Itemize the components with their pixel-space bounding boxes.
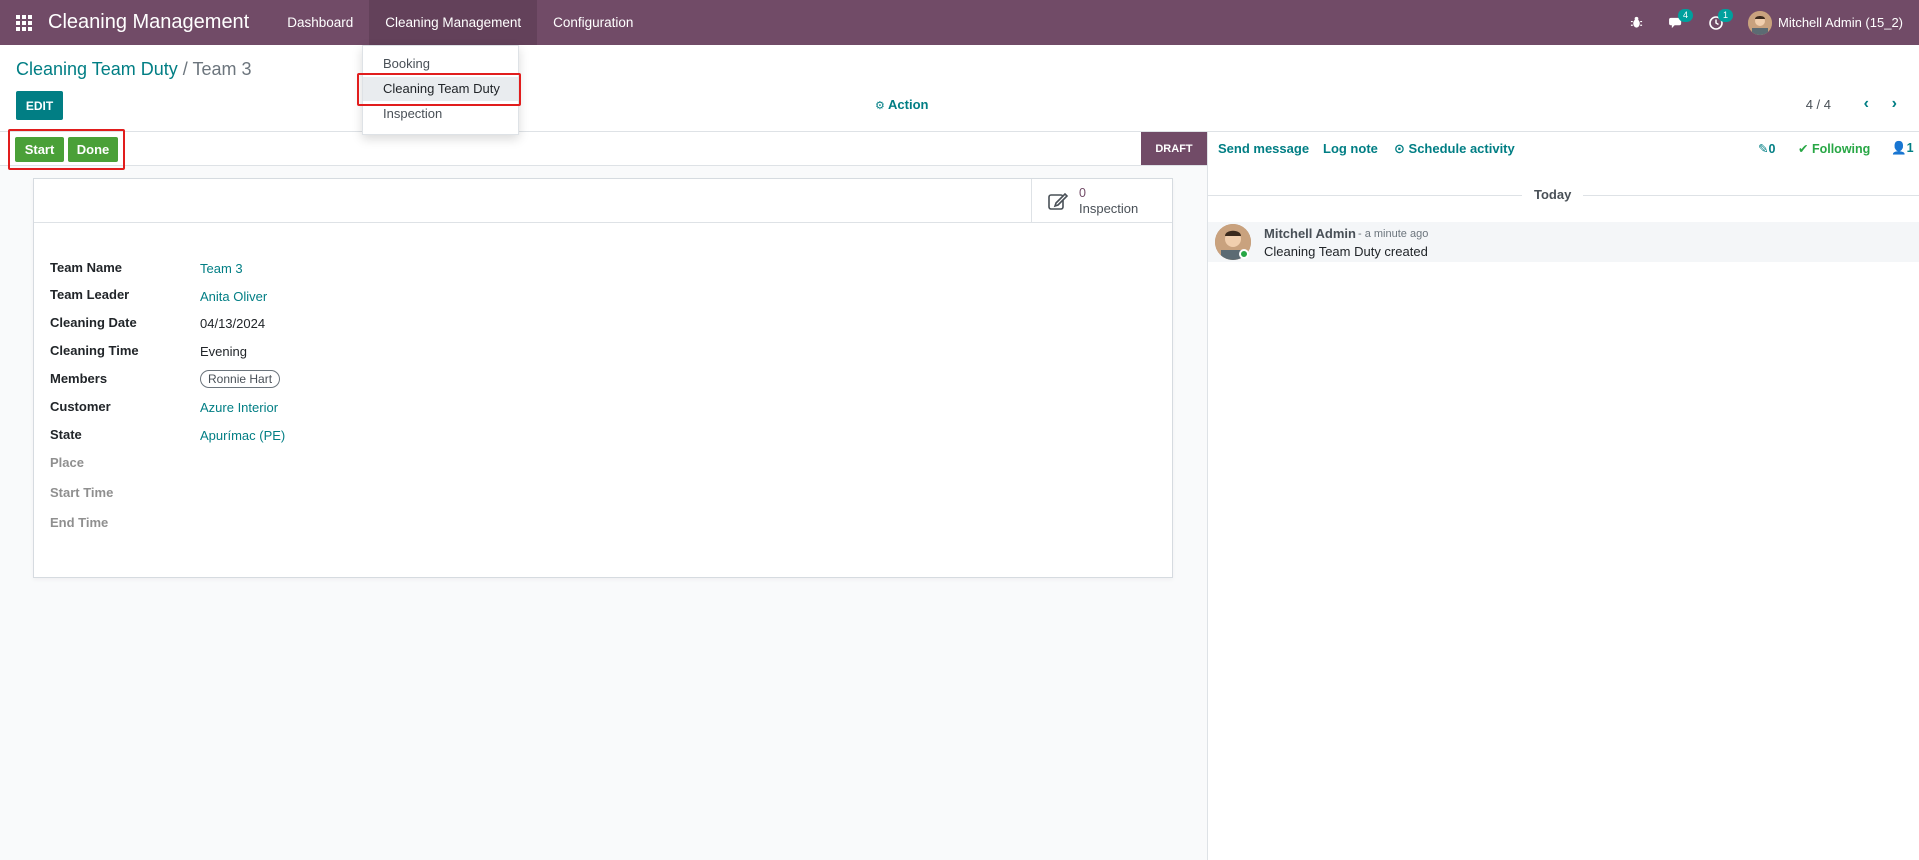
attachments-button[interactable]: ✎0 bbox=[1758, 141, 1775, 156]
menu-cleaning-management[interactable]: Cleaning Management bbox=[369, 0, 538, 45]
team-leader-value[interactable]: Anita Oliver bbox=[200, 289, 267, 304]
team-name-value[interactable]: Team 3 bbox=[200, 261, 243, 276]
form-sheet: 0 Inspection Team Name Team 3 Team Leade… bbox=[33, 178, 1173, 578]
breadcrumb: Cleaning Team Duty / Team 3 bbox=[16, 59, 252, 80]
inspection-count: 0 bbox=[1079, 186, 1086, 200]
cleaning-time-value[interactable]: Evening bbox=[200, 344, 247, 359]
state-value[interactable]: Apurímac (PE) bbox=[200, 428, 285, 443]
chatter-topbar: Send message Log note ⊙ Schedule activit… bbox=[1208, 132, 1919, 166]
activity-badge: 1 bbox=[1718, 9, 1734, 22]
user-menu[interactable]: Mitchell Admin (15_2) bbox=[1736, 0, 1919, 45]
followers-count: 1 bbox=[1906, 141, 1914, 155]
highlight-status-buttons bbox=[8, 129, 125, 170]
menu-dashboard[interactable]: Dashboard bbox=[271, 0, 369, 45]
check-icon: ✔ bbox=[1798, 142, 1809, 156]
edit-icon bbox=[1048, 192, 1069, 210]
user-avatar bbox=[1748, 10, 1772, 35]
team-leader-label: Team Leader bbox=[50, 287, 130, 302]
followers-button[interactable]: 👤1 bbox=[1891, 141, 1914, 156]
action-label: Action bbox=[888, 97, 929, 112]
online-status-icon bbox=[1239, 249, 1249, 259]
user-name: Mitchell Admin (15_2) bbox=[1778, 15, 1903, 30]
menu-configuration[interactable]: Configuration bbox=[537, 0, 649, 45]
activity-clock-icon[interactable]: 1 bbox=[1696, 0, 1736, 45]
members-label: Members bbox=[50, 371, 108, 386]
highlight-dropdown-item bbox=[357, 73, 521, 106]
date-separator-label: Today bbox=[1522, 187, 1584, 202]
clock-icon: ⊙ bbox=[1394, 141, 1405, 156]
breadcrumb-parent[interactable]: Cleaning Team Duty bbox=[16, 59, 178, 79]
member-tag[interactable]: Ronnie Hart bbox=[200, 370, 281, 388]
cleaning-time-label: Cleaning Time bbox=[50, 343, 139, 358]
schedule-activity-label: Schedule activity bbox=[1408, 141, 1515, 156]
breadcrumb-separator: / bbox=[182, 59, 188, 79]
customer-label: Customer bbox=[50, 399, 111, 414]
pager-value[interactable]: 4 / 4 bbox=[1806, 97, 1831, 112]
breadcrumb-current: Team 3 bbox=[192, 59, 252, 79]
team-name-label: Team Name bbox=[50, 260, 123, 275]
main-menu: Dashboard Cleaning Management Configurat… bbox=[271, 0, 649, 45]
cleaning-date-label: Cleaning Date bbox=[50, 315, 137, 330]
message-body: Cleaning Team Duty created bbox=[1264, 244, 1428, 259]
app-brand[interactable]: Cleaning Management bbox=[48, 11, 249, 34]
cleaning-date-value[interactable]: 04/13/2024 bbox=[200, 316, 265, 331]
send-message-button[interactable]: Send message bbox=[1218, 141, 1309, 156]
paperclip-icon: ✎ bbox=[1758, 142, 1769, 156]
top-navbar: Cleaning Management Dashboard Cleaning M… bbox=[0, 0, 1919, 45]
apps-menu-icon[interactable] bbox=[0, 0, 48, 45]
debug-bug-icon[interactable] bbox=[1616, 0, 1656, 45]
place-label: Place bbox=[50, 455, 84, 470]
state-label: State bbox=[50, 427, 82, 442]
pager-previous-icon[interactable]: ‹ bbox=[1864, 95, 1869, 113]
attachments-count: 0 bbox=[1768, 142, 1776, 156]
user-icon: 👤 bbox=[1891, 141, 1907, 155]
navbar-systray: 4 1 Mitchell Admin (15_2) bbox=[1616, 0, 1919, 45]
messages-icon[interactable]: 4 bbox=[1656, 0, 1696, 45]
following-label: Following bbox=[1811, 142, 1871, 156]
inspection-label: Inspection bbox=[1079, 201, 1139, 216]
chatter-message: Mitchell Admin - a minute ago Cleaning T… bbox=[1208, 222, 1919, 262]
form-statusbar: Start Done DRAFT bbox=[0, 132, 1207, 166]
pager-next-icon[interactable]: › bbox=[1892, 95, 1897, 113]
messages-badge: 4 bbox=[1678, 9, 1694, 22]
start-time-label: Start Time bbox=[50, 485, 114, 500]
end-time-label: End Time bbox=[50, 515, 109, 530]
chatter-panel: Send message Log note ⊙ Schedule activit… bbox=[1207, 132, 1919, 860]
gear-icon: ⚙ bbox=[875, 100, 885, 112]
message-date: - a minute ago bbox=[1358, 228, 1429, 240]
schedule-activity-button[interactable]: ⊙ Schedule activity bbox=[1394, 141, 1515, 157]
action-menu-button[interactable]: ⚙ Action bbox=[875, 97, 928, 112]
control-panel: Cleaning Team Duty / Team 3 EDIT ⚙ Actio… bbox=[0, 45, 1919, 132]
edit-button[interactable]: EDIT bbox=[16, 91, 63, 120]
inspection-smart-button[interactable]: 0 Inspection bbox=[1031, 179, 1172, 223]
following-button[interactable]: ✔ Following bbox=[1798, 141, 1870, 156]
status-badge[interactable]: DRAFT bbox=[1141, 132, 1207, 165]
smart-button-box: 0 Inspection bbox=[34, 179, 1172, 223]
message-author[interactable]: Mitchell Admin bbox=[1264, 226, 1356, 241]
customer-value[interactable]: Azure Interior bbox=[200, 400, 278, 415]
log-note-button[interactable]: Log note bbox=[1323, 141, 1378, 156]
